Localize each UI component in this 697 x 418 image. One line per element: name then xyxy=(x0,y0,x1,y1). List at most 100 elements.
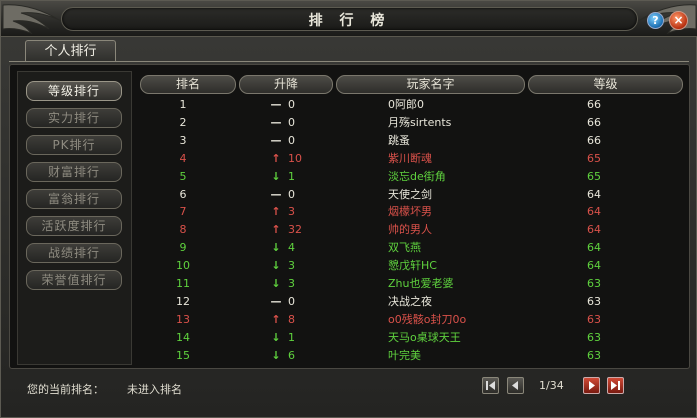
table-row[interactable]: 8 ↑ 32 帅的男人 64 xyxy=(138,221,685,239)
rank-cell: 9 xyxy=(179,241,187,255)
trend-none-icon: — xyxy=(270,98,282,111)
change-cell: 1 xyxy=(288,330,295,344)
table-row[interactable]: 4 ↑ 10 紫川断魂 65 xyxy=(138,150,685,168)
change-cell: 0 xyxy=(288,133,295,147)
tab-personal-ranking[interactable]: 个人排行 xyxy=(25,40,116,62)
change-cell: 0 xyxy=(288,115,295,129)
level-cell: 64 xyxy=(587,259,601,273)
table-row[interactable]: 10 ↓ 3 㦝戊轩HC 64 xyxy=(138,257,685,275)
table-row[interactable]: 1—0 0阿郎0 66 xyxy=(138,96,685,114)
trend-none-icon: — xyxy=(270,294,282,308)
column-header-rank[interactable]: 排名 xyxy=(140,75,236,94)
first-page-button[interactable] xyxy=(482,377,499,394)
change-cell: 4 xyxy=(288,241,295,255)
rank-cell: 14 xyxy=(176,330,190,344)
column-header-name[interactable]: 玩家名字 xyxy=(336,75,525,94)
current-rank-label: 您的当前排名： xyxy=(27,383,104,396)
window-title: 排 行 榜 xyxy=(308,13,391,29)
rank-cell: 15 xyxy=(176,348,190,362)
sidebar-item-honor-ranking[interactable]: 荣誉值排行 xyxy=(26,270,122,290)
level-cell: 66 xyxy=(587,133,601,147)
rank-cell: 7 xyxy=(179,205,187,219)
sidebar-item-record-ranking[interactable]: 战绩排行 xyxy=(26,243,122,263)
current-rank-value: 未进入排名 xyxy=(127,383,182,396)
sidebar-item-activity-ranking[interactable]: 活跃度排行 xyxy=(26,216,122,236)
rank-cell: 2 xyxy=(179,115,187,129)
level-cell: 65 xyxy=(587,151,601,165)
table-row[interactable]: 3—0 跳蚤 66 xyxy=(138,132,685,150)
table-row[interactable]: 14 ↓ 1 天马o桌球天王 63 xyxy=(138,329,685,347)
table-row[interactable]: 5 ↓ 1 淡忘de街角 65 xyxy=(138,168,685,186)
table-row[interactable]: 9 ↓ 4 双飞燕 64 xyxy=(138,239,685,257)
trend-down-icon: ↓ xyxy=(271,241,281,255)
level-cell: 64 xyxy=(587,223,601,237)
rank-cell: 13 xyxy=(176,312,190,326)
rank-cell: 10 xyxy=(176,259,190,273)
sidebar-item-level-ranking[interactable]: 等级排行 xyxy=(26,81,122,101)
rank-cell: 3 xyxy=(179,133,187,147)
ranking-table-body: 1—0 0阿郎0 66 2—0 月殇sirtents 66 3—0 跳蚤 66 4 ↑ 10 紫川断魂 6… xyxy=(138,96,685,366)
table-row[interactable]: 6—0 天使之剑 64 xyxy=(138,186,685,204)
level-cell: 64 xyxy=(587,205,601,219)
rank-cell: 12 xyxy=(176,294,190,308)
last-page-button[interactable] xyxy=(607,377,624,394)
level-cell: 63 xyxy=(587,312,601,326)
table-row[interactable]: 15 ↓ 6 叶完美 63 xyxy=(138,347,685,365)
sidebar-item-wealth-ranking[interactable]: 财富排行 xyxy=(26,162,122,182)
prev-page-button[interactable] xyxy=(507,377,524,394)
trend-none-icon: — xyxy=(270,115,282,129)
trend-none-icon: — xyxy=(270,133,282,147)
change-cell: 6 xyxy=(288,348,295,362)
ranking-window: 排 行 榜 ? × 个人排行 等级排行 实力排行 PK排行 财富排行 富翁排行 … xyxy=(0,0,697,418)
sidebar-item-pk-ranking[interactable]: PK排行 xyxy=(26,135,122,155)
table-row[interactable]: 12—0 决战之夜 63 xyxy=(138,293,685,311)
trend-down-icon: ↓ xyxy=(271,348,281,362)
rank-cell: 11 xyxy=(176,277,190,290)
close-button[interactable]: × xyxy=(669,11,688,30)
tab-divider xyxy=(9,61,689,62)
change-cell: 0 xyxy=(288,187,295,201)
next-page-icon xyxy=(589,381,595,390)
column-header-change[interactable]: 升降 xyxy=(239,75,333,94)
trend-down-icon: ↓ xyxy=(271,277,281,290)
level-cell: 64 xyxy=(587,187,601,201)
trend-down-icon: ↓ xyxy=(271,330,281,344)
level-cell: 65 xyxy=(587,169,601,183)
table-row[interactable]: 13 ↑ 8 o0残骸o封刀0o 63 xyxy=(138,311,685,329)
sidebar-item-rich-ranking[interactable]: 富翁排行 xyxy=(26,189,122,209)
help-button[interactable]: ? xyxy=(647,12,664,29)
next-page-button[interactable] xyxy=(583,377,600,394)
rank-cell: 8 xyxy=(179,223,187,237)
level-cell: 63 xyxy=(587,330,601,344)
title-bar[interactable]: 排 行 榜 ? × xyxy=(1,1,697,37)
level-cell: 63 xyxy=(587,277,601,290)
level-cell: 66 xyxy=(587,98,601,111)
trend-up-icon: ↑ xyxy=(271,223,281,237)
rank-cell: 6 xyxy=(179,187,187,201)
rank-cell: 5 xyxy=(179,169,187,183)
rank-cell: 1 xyxy=(179,98,187,111)
sidebar-item-power-ranking[interactable]: 实力排行 xyxy=(26,108,122,128)
trend-up-icon: ↑ xyxy=(271,151,281,165)
change-cell: 0 xyxy=(288,98,295,111)
column-header-level[interactable]: 等级 xyxy=(528,75,683,94)
table-row[interactable]: 11 ↓ 3 Zhu也爱老婆 63 xyxy=(138,275,685,293)
level-cell: 63 xyxy=(587,294,601,308)
trend-down-icon: ↓ xyxy=(271,259,281,273)
change-cell: 1 xyxy=(288,169,295,183)
change-cell: 3 xyxy=(288,259,295,273)
trend-none-icon: — xyxy=(270,187,282,201)
last-page-icon xyxy=(611,381,620,390)
rank-cell: 4 xyxy=(179,151,187,165)
page-indicator: 1/34 xyxy=(539,379,564,392)
table-row[interactable]: 7 ↑ 3 烟檬坏男 64 xyxy=(138,203,685,221)
trend-up-icon: ↑ xyxy=(271,205,281,219)
first-page-icon xyxy=(486,381,495,390)
prev-page-icon xyxy=(512,381,518,390)
change-cell: 32 xyxy=(288,223,302,237)
table-row[interactable]: 2—0 月殇sirtents 66 xyxy=(138,114,685,132)
trend-down-icon: ↓ xyxy=(271,169,281,183)
change-cell: 10 xyxy=(288,151,302,165)
trend-up-icon: ↑ xyxy=(271,312,281,326)
change-cell: 3 xyxy=(288,277,295,290)
